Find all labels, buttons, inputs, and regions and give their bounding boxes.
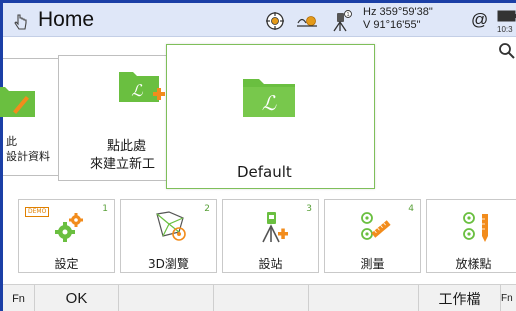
partial-card-line1: 此 bbox=[6, 135, 17, 148]
new-project-line2: 來建立新工 bbox=[90, 157, 156, 172]
survey-points-icon bbox=[361, 212, 391, 240]
prism-reflector-icon[interactable] bbox=[296, 14, 318, 28]
demo-badge: DEMO bbox=[25, 207, 50, 217]
app-stakeout[interactable]: 5 放樣點 bbox=[426, 199, 516, 273]
app-survey[interactable]: 4 測量 bbox=[324, 199, 421, 273]
new-folder-icon: ℒ bbox=[119, 72, 165, 102]
level-compensator-icon[interactable]: 1 bbox=[331, 9, 353, 33]
fn-left-button[interactable]: Fn bbox=[3, 285, 35, 311]
function-key-3[interactable] bbox=[119, 285, 214, 311]
project-card-partial[interactable]: 此 設計資料 bbox=[0, 58, 61, 176]
svg-text:ℒ: ℒ bbox=[262, 91, 277, 115]
bottom-function-bar: Fn OK 工作檔 Fn bbox=[3, 284, 516, 311]
app-setup[interactable]: 3 設站 bbox=[222, 199, 319, 273]
fn-right-button[interactable]: Fn bbox=[501, 285, 516, 311]
total-station-icon bbox=[262, 212, 288, 243]
default-project-label: Default bbox=[237, 163, 292, 181]
app-label: 3D瀏覽 bbox=[148, 257, 189, 271]
app-settings[interactable]: DEMO 1 設定 bbox=[18, 199, 115, 273]
home-screen: Home 1 Hz 359°59'38" V 91°16'55" @ 10:3 … bbox=[0, 0, 516, 311]
new-project-line1: 點此處 bbox=[107, 139, 147, 154]
page-title: Home bbox=[38, 8, 95, 31]
title-bar: Home 1 Hz 359°59'38" V 91°16'55" @ 10:3 bbox=[3, 3, 516, 37]
partial-card-line2: 設計資料 bbox=[6, 150, 50, 163]
search-icon[interactable] bbox=[498, 42, 516, 60]
ok-button[interactable]: OK bbox=[35, 285, 119, 311]
svg-text:ℒ: ℒ bbox=[131, 81, 143, 100]
default-project-card[interactable]: ℒ Default bbox=[166, 44, 375, 189]
folder-edit-icon bbox=[0, 87, 35, 117]
app-number: 1 bbox=[102, 204, 108, 214]
3d-viewer-icon bbox=[156, 211, 186, 241]
app-label: 設定 bbox=[54, 257, 79, 271]
app-number: 2 bbox=[204, 204, 210, 214]
new-project-card[interactable]: ℒ 點此處 來建立新工 bbox=[58, 55, 174, 181]
hz-angle: Hz 359°59'38" bbox=[363, 6, 433, 18]
angle-readout: Hz 359°59'38" V 91°16'55" bbox=[363, 6, 433, 32]
app-3d-viewer[interactable]: 2 3D瀏覽 bbox=[120, 199, 217, 273]
target-crosshair-icon[interactable] bbox=[265, 11, 285, 31]
app-label: 測量 bbox=[360, 257, 385, 271]
gears-icon bbox=[55, 213, 83, 242]
stakeout-points-icon bbox=[463, 212, 488, 242]
function-key-4[interactable] bbox=[214, 285, 309, 311]
jobs-button[interactable]: 工作檔 bbox=[419, 285, 501, 311]
clock: 10:3 bbox=[497, 25, 513, 34]
svg-text:1: 1 bbox=[346, 12, 349, 18]
battery-icon[interactable] bbox=[497, 10, 516, 22]
app-label: 放樣點 bbox=[455, 257, 492, 271]
function-key-5[interactable] bbox=[309, 285, 419, 311]
v-angle: V 91°16'55" bbox=[363, 19, 421, 31]
project-folder-icon: ℒ bbox=[243, 79, 295, 117]
app-label: 設站 bbox=[258, 257, 283, 271]
app-number: 4 bbox=[408, 204, 414, 214]
cursor-hand-icon[interactable] bbox=[12, 13, 30, 31]
connection-at-icon[interactable]: @ bbox=[471, 10, 488, 30]
app-number: 3 bbox=[306, 204, 312, 214]
